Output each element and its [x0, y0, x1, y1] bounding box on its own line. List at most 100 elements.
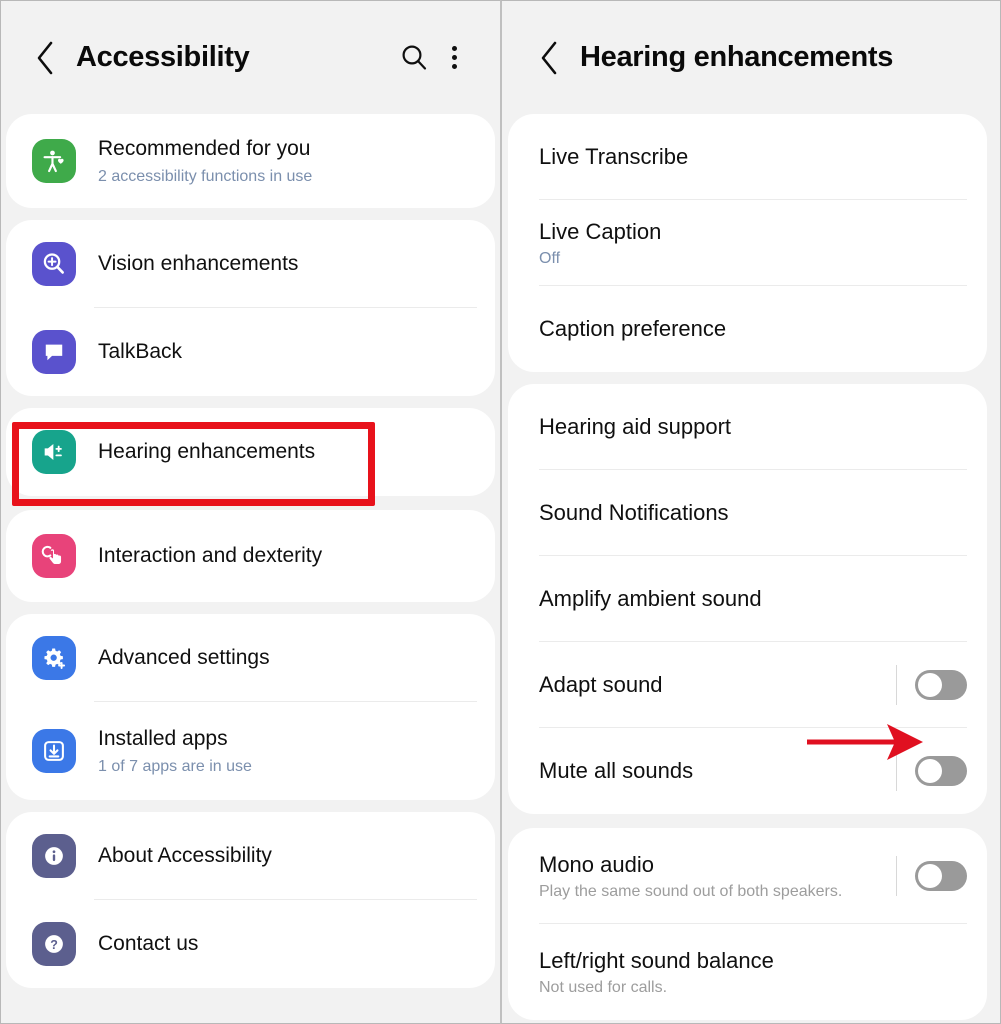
hearing-enhancements-header: Hearing enhancements: [502, 1, 1000, 114]
toggle-divider: [896, 665, 897, 705]
list-item-title: Live Transcribe: [539, 144, 689, 170]
toggle-wrap: [896, 751, 987, 791]
speaker-plusminus-icon: [32, 430, 76, 474]
card-vision-talkback: Vision enhancements TalkBack: [6, 220, 495, 396]
accessibility-header: Accessibility: [1, 1, 500, 114]
list-item-sound-notifications[interactable]: Sound Notifications: [508, 470, 987, 556]
toggle-adapt-sound[interactable]: [915, 670, 967, 700]
list-item-text: Hearing enhancements: [98, 439, 495, 465]
chevron-left-icon[interactable]: [536, 38, 562, 78]
toggle-mono-audio[interactable]: [915, 861, 967, 891]
list-item-left-right-sound-balance[interactable]: Left/right sound balance Not used for ca…: [508, 924, 987, 1020]
list-item-title: Amplify ambient sound: [539, 586, 762, 612]
speech-bubble-icon: [32, 330, 76, 374]
dot: [451, 46, 457, 51]
list-item-subtitle: Not used for calls.: [539, 979, 668, 997]
list-item-subtitle: Off: [539, 250, 561, 268]
list-item-live-caption[interactable]: Live Caption Off: [508, 200, 987, 286]
list-item-title-text: Installed apps: [98, 727, 228, 751]
list-item-contact-us[interactable]: ? Contact us: [6, 900, 495, 988]
question-circle-icon: ?: [32, 922, 76, 966]
list-item-text: Left/right sound balance Not used for ca…: [539, 947, 987, 998]
list-item-text: Adapt sound: [539, 671, 882, 699]
list-item-interaction-and-dexterity[interactable]: Interaction and dexterity: [6, 510, 495, 602]
list-item-title: TalkBack: [98, 339, 183, 363]
hearing-enhancements-panel: Hearing enhancements Live Transcribe Liv…: [500, 0, 1001, 1024]
list-item-title: Live Caption: [539, 218, 662, 244]
card-hearing-options: Hearing aid support Sound Notifications …: [508, 384, 987, 814]
list-item-title: Left/right sound balance: [539, 947, 774, 973]
list-item-text: Vision enhancements: [98, 251, 495, 277]
list-item-title: Interaction and dexterity: [98, 543, 323, 567]
accessibility-person-icon: [32, 139, 76, 183]
list-item-title: About Accessibility: [98, 843, 272, 867]
list-item-installed-apps[interactable]: Installed apps 1 of 7 apps are in use: [6, 702, 495, 800]
list-item-title: Sound Notifications: [539, 500, 729, 526]
chevron-left-icon[interactable]: [32, 38, 58, 78]
hand-tap-icon: [32, 534, 76, 578]
list-item-hearing-aid-support[interactable]: Hearing aid support: [508, 384, 987, 470]
page-title: Accessibility: [76, 41, 250, 73]
list-item-text: Live Transcribe: [539, 143, 987, 171]
gear-plus-icon: [32, 636, 76, 680]
list-item-text: Hearing aid support: [539, 413, 987, 441]
card-about-contact: About Accessibility ? Contact us: [6, 812, 495, 988]
list-item-title: Hearing enhancements: [98, 439, 316, 463]
list-item-about-accessibility[interactable]: About Accessibility: [6, 812, 495, 900]
dot: [451, 64, 457, 69]
list-item-title: Vision enhancements: [98, 251, 299, 275]
list-item-title: Adapt sound: [539, 672, 663, 698]
list-item-text: Mute all sounds: [539, 757, 882, 785]
dot: [451, 55, 457, 60]
list-item-text: TalkBack: [98, 339, 495, 365]
page-title: Hearing enhancements: [580, 41, 894, 73]
list-item-title: Recommended for you: [98, 137, 311, 161]
list-item-mono-audio[interactable]: Mono audio Play the same sound out of bo…: [508, 828, 987, 924]
list-item-mute-all-sounds[interactable]: Mute all sounds: [508, 728, 987, 814]
list-item-title: Advanced settings: [98, 645, 270, 669]
toggle-mute-all-sounds[interactable]: [915, 756, 967, 786]
list-item-text: About Accessibility: [98, 843, 495, 869]
info-circle-icon: [32, 834, 76, 878]
list-item-amplify-ambient-sound[interactable]: Amplify ambient sound: [508, 556, 987, 642]
search-icon[interactable]: [394, 38, 434, 78]
list-item-title: Hearing aid support: [539, 414, 732, 440]
list-item-text: Recommended for you 2 accessibility func…: [98, 136, 495, 185]
list-item-title: Mute all sounds: [539, 758, 694, 784]
card-audio-balance: Mono audio Play the same sound out of bo…: [508, 828, 987, 1020]
download-box-icon: [32, 729, 76, 773]
list-item-hearing-enhancements[interactable]: Hearing enhancements: [6, 408, 495, 496]
card-hearing-enhancements: Hearing enhancements: [6, 408, 495, 496]
list-item-live-transcribe[interactable]: Live Transcribe: [508, 114, 987, 200]
list-item-subtitle: 2 accessibility functions in use: [98, 167, 313, 185]
card-captions: Live Transcribe Live Caption Off Caption…: [508, 114, 987, 372]
toggle-divider: [896, 856, 897, 896]
list-item-caption-preference[interactable]: Caption preference: [508, 286, 987, 372]
list-item-advanced-settings[interactable]: Advanced settings: [6, 614, 495, 702]
list-item-recommended-for-you[interactable]: Recommended for you 2 accessibility func…: [6, 114, 495, 208]
list-item-title: Contact us: [98, 931, 199, 955]
card-recommended: Recommended for you 2 accessibility func…: [6, 114, 495, 208]
list-item-text: Contact us: [98, 931, 495, 957]
list-item-vision-enhancements[interactable]: Vision enhancements: [6, 220, 495, 308]
list-item-text: Live Caption Off: [539, 218, 987, 269]
list-item-text: Mono audio Play the same sound out of bo…: [539, 851, 882, 902]
more-options-dots: [451, 46, 457, 69]
card-advanced-installed: Advanced settings Installed apps 1 of 7 …: [6, 614, 495, 800]
list-item-talkback[interactable]: TalkBack: [6, 308, 495, 396]
list-item-adapt-sound[interactable]: Adapt sound: [508, 642, 987, 728]
list-item-subtitle: Play the same sound out of both speakers…: [539, 883, 843, 901]
list-item-text: Caption preference: [539, 315, 987, 343]
list-item-text: Amplify ambient sound: [539, 585, 987, 613]
toggle-knob: [918, 864, 942, 888]
accessibility-panel: Accessibility Recommended for you 2 acce…: [0, 0, 500, 1024]
toggle-wrap: [896, 856, 987, 896]
more-options-icon[interactable]: [434, 38, 474, 78]
list-item-text: Advanced settings: [98, 645, 495, 671]
list-item-title: Mono audio: [539, 851, 654, 877]
list-item-subtitle: 1 of 7 apps are in use: [98, 757, 252, 775]
toggle-knob: [918, 759, 942, 783]
card-interaction-dexterity: Interaction and dexterity: [6, 510, 495, 602]
toggle-divider: [896, 751, 897, 791]
magnifier-plus-icon: [32, 242, 76, 286]
